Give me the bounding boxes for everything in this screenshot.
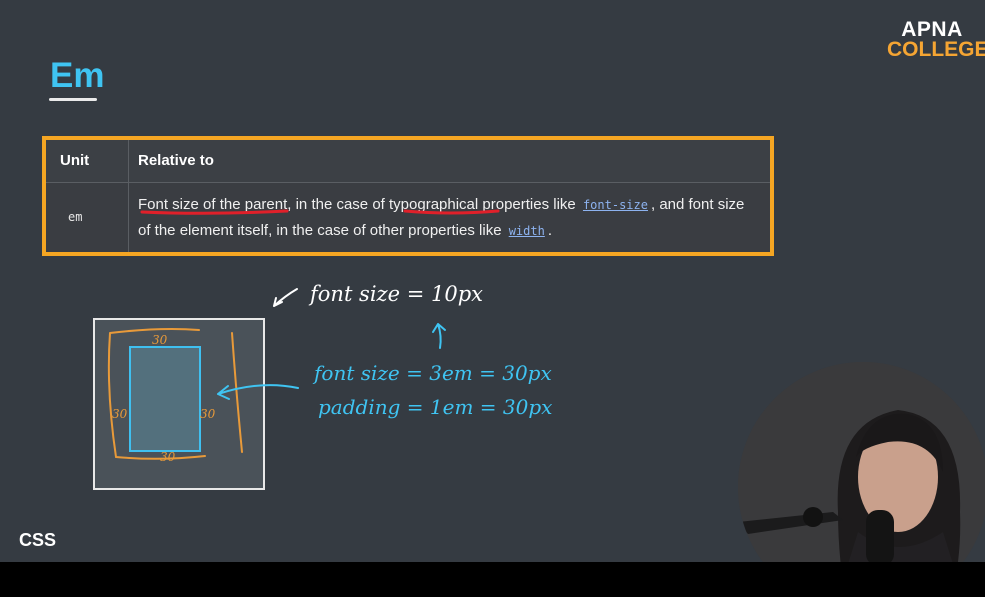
padding-outline [107, 328, 243, 460]
slide: Em APNA COLLEGE Unit Relative to em Font… [0, 0, 985, 562]
topic-label: CSS [19, 530, 57, 550]
parent-arrow-icon [273, 288, 298, 307]
up-arrow-icon [432, 323, 446, 349]
pad-right-label: 30 [200, 407, 216, 421]
underline-typographical [403, 209, 500, 215]
underline-parent [140, 209, 289, 215]
pad-top-label: 30 [152, 333, 168, 347]
parent-font-size-note: font size = 10px [308, 282, 483, 306]
pad-left-label: 30 [112, 407, 128, 421]
bottom-bar [0, 562, 985, 597]
pad-bottom-label: 30 [160, 450, 176, 464]
left-arrow-icon [217, 384, 299, 400]
padding-note: padding = 1em = 30px [318, 395, 552, 419]
child-font-size-note: font size = 3em = 30px [312, 361, 552, 385]
